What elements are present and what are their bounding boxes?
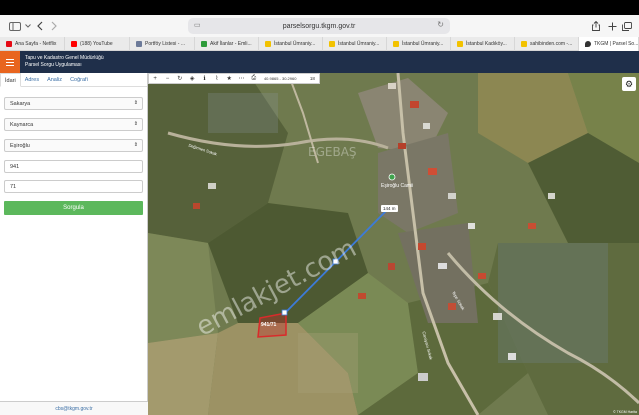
- app-title-line1: Tapu ve Kadastro Genel Müdürlüğü: [25, 55, 104, 61]
- tab-sahibinden-1[interactable]: İstanbul Ümraniy...: [259, 37, 323, 51]
- district-value: Kaynarca: [10, 122, 34, 128]
- parcel-label[interactable]: 941/71: [261, 322, 276, 328]
- map-attribution: © TKGM Harita: [613, 410, 637, 414]
- forward-icon[interactable]: [46, 17, 62, 35]
- tab-emlakjet[interactable]: Akif İlanlar - Emli...: [195, 37, 259, 51]
- print-icon[interactable]: ⎙: [248, 73, 260, 84]
- province-select[interactable]: Sakarya ⇕: [4, 97, 143, 110]
- select-arrows-icon: ⇕: [133, 100, 138, 106]
- tab-sahibinden-4[interactable]: İstanbul Kadıköy...: [451, 37, 515, 51]
- tab-netflix[interactable]: Ana Sayfa - Netflix: [0, 37, 65, 51]
- address-bar[interactable]: ▭ parselsorgu.tkgm.gov.tr ↻: [188, 18, 450, 34]
- refresh-icon[interactable]: ↻: [174, 73, 186, 84]
- tab-analiz[interactable]: Analiz: [43, 73, 66, 87]
- tab-label: İstanbul Ümraniy...: [338, 41, 380, 47]
- zoom-in-icon[interactable]: +: [149, 73, 161, 84]
- query-panel: İdari Adres Analiz Coğrafi Sakarya ⇕ Kayn…: [0, 73, 148, 415]
- favicon-icon: [136, 41, 142, 47]
- tab-label: Portföy Listesi - ...: [145, 41, 186, 47]
- menu-icon[interactable]: [0, 51, 20, 73]
- favicon-icon: [521, 41, 527, 47]
- locate-icon[interactable]: ◈: [186, 73, 198, 84]
- share-icon[interactable]: [588, 17, 604, 35]
- tabs-overview-icon[interactable]: [619, 17, 635, 35]
- tab-sahibinden-3[interactable]: İstanbul Ümraniy...: [387, 37, 451, 51]
- tab-sahibinden-2[interactable]: İstanbul Ümraniy...: [323, 37, 387, 51]
- gear-icon[interactable]: ⚙: [622, 77, 636, 91]
- favicon-icon: [393, 41, 399, 47]
- zoom-level: 18: [309, 76, 315, 81]
- url-text: parselsorgu.tkgm.gov.tr: [282, 22, 356, 30]
- app-title-line2: Parsel Sorgu Uygulaması: [25, 62, 82, 68]
- query-button[interactable]: Sorgula: [4, 201, 143, 215]
- app-header: Tapu ve Kadastro Genel Müdürlüğü Parsel …: [0, 51, 639, 73]
- neighborhood-value: Eşiroğlu: [10, 143, 30, 149]
- info-icon[interactable]: ℹ: [198, 73, 210, 84]
- tab-cografi[interactable]: Coğrafi: [66, 73, 92, 87]
- measure-icon[interactable]: ⌇: [211, 73, 223, 84]
- reload-icon[interactable]: ↻: [437, 20, 444, 29]
- tab-label: İstanbul Ümraniy...: [274, 41, 316, 47]
- bookmarks-bar: Ana Sayfa - Netflix (188) YouTube Portfö…: [0, 37, 639, 51]
- tab-label: TKGM | Parsel So...: [594, 41, 639, 47]
- tab-tkgm-active[interactable]: TKGM | Parsel So...: [579, 37, 639, 51]
- watermark-small: EGEBAŞ: [308, 145, 357, 159]
- block-input[interactable]: 941: [4, 160, 143, 173]
- map-toolbar: + − ↻ ◈ ℹ ⌇ ★ ⋯ ⎙ 40.9865 - 30.2960 18: [148, 73, 320, 84]
- app-title: Tapu ve Kadastro Genel Müdürlüğü Parsel …: [25, 55, 104, 69]
- favicon-icon: [457, 41, 463, 47]
- contact-email-link[interactable]: cbs@tkgm.gov.tr: [0, 401, 148, 415]
- tab-label: Akif İlanlar - Emli...: [210, 41, 252, 47]
- dash-icon[interactable]: ⋯: [235, 73, 247, 84]
- coordinate-readout: 40.9865 - 30.2960: [263, 76, 297, 81]
- favicon-icon: [71, 41, 77, 47]
- map-pin-icon: [585, 41, 591, 47]
- zoom-out-icon[interactable]: −: [161, 73, 173, 84]
- tab-youtube[interactable]: (188) YouTube: [65, 37, 130, 51]
- tab-label: İstanbul Ümraniy...: [402, 41, 444, 47]
- tab-label: Ana Sayfa - Netflix: [15, 41, 57, 47]
- new-tab-icon[interactable]: [604, 17, 620, 35]
- favicon-icon: [201, 41, 207, 47]
- tab-label: sahibinden.com -...: [530, 41, 573, 47]
- place-label: Eşiroğlu Camii: [381, 183, 414, 189]
- tab-label: (188) YouTube: [80, 41, 113, 47]
- tab-label: İstanbul Kadıköy...: [466, 41, 507, 47]
- parcel-input[interactable]: 71: [4, 180, 143, 193]
- satellite-imagery: [148, 73, 639, 415]
- system-top-bar: [0, 0, 639, 15]
- page-settings-icon[interactable]: ▭: [194, 21, 201, 29]
- tab-idari[interactable]: İdari: [0, 73, 21, 87]
- province-value: Sakarya: [10, 101, 31, 107]
- select-arrows-icon: ⇕: [133, 142, 138, 148]
- browser-toolbar: ▭ parselsorgu.tkgm.gov.tr ↻: [0, 15, 639, 37]
- district-select[interactable]: Kaynarca ⇕: [4, 118, 143, 131]
- panel-tabs: İdari Adres Analiz Coğrafi: [0, 73, 147, 87]
- map-view[interactable]: EGEBAŞ emlakjet.com Değirmen Sokak Tepe …: [148, 73, 639, 415]
- favicon-icon: [6, 41, 12, 47]
- favicon-icon: [265, 41, 271, 47]
- star-icon[interactable]: ★: [223, 73, 235, 84]
- tab-adres[interactable]: Adres: [21, 73, 43, 87]
- select-arrows-icon: ⇕: [133, 121, 138, 127]
- neighborhood-select[interactable]: Eşiroğlu ⇕: [4, 139, 143, 152]
- measure-distance-label: 144 m: [381, 205, 398, 212]
- tab-portfoy[interactable]: Portföy Listesi - ...: [130, 37, 195, 51]
- favicon-icon: [329, 41, 335, 47]
- tab-sahibinden-5[interactable]: sahibinden.com -...: [515, 37, 579, 51]
